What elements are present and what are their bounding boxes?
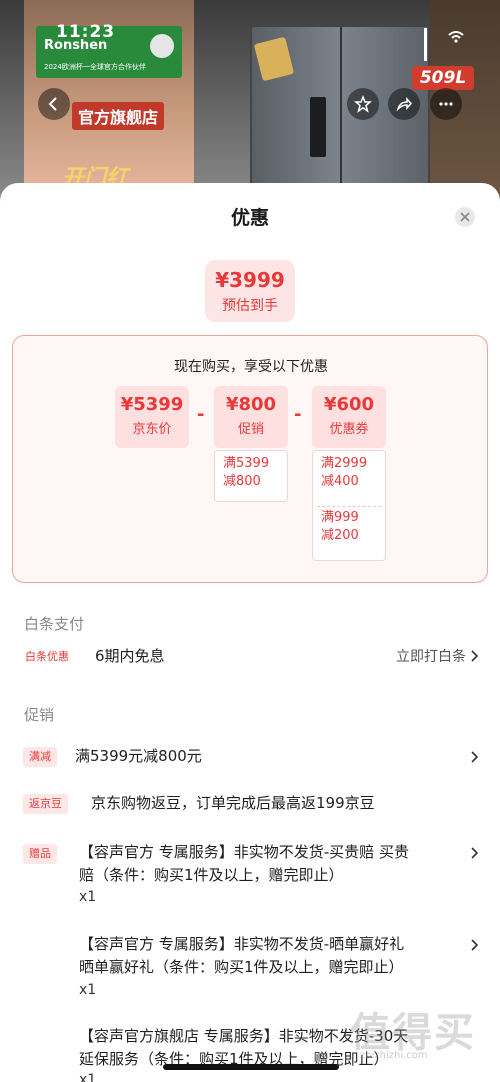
discount-sheet: 优惠 ¥3999 预估到手 现在购买，享受以下优惠 ¥5399 京东价 - ¥8…	[0, 183, 500, 1082]
baitiao-action[interactable]: 立即打白条	[396, 646, 478, 666]
more-button[interactable]	[430, 88, 462, 120]
condition-line: 减200	[321, 528, 359, 543]
chevron-right-icon	[471, 751, 478, 763]
promotion-text: 满5399元减800元	[75, 747, 202, 765]
promotion-text: 京东购物返豆，订单完成后最高返199京豆	[91, 794, 375, 812]
chevron-right-icon	[471, 650, 478, 662]
condition-line: 满5399	[223, 456, 270, 471]
jd-price-label: 京东价	[132, 422, 172, 437]
watermark-url: zhizhizhi.com	[360, 1050, 428, 1061]
promotion-tag: 返京豆	[23, 794, 68, 814]
signal-icon	[424, 28, 440, 61]
baitiao-action-label: 立即打白条	[396, 649, 466, 665]
share-icon	[396, 97, 413, 112]
gift-text-line: 赔（条件：购买1件及以上，赠完即止）	[79, 866, 344, 884]
chevron-left-icon	[48, 97, 57, 111]
baitiao-tag: 白条优惠	[25, 650, 69, 663]
estimated-price: ¥3999	[215, 268, 285, 292]
price-breakdown: 现在购买，享受以下优惠 ¥5399 京东价 - ¥800 促销 - ¥600 优…	[12, 335, 488, 583]
sheet-title: 优惠	[230, 207, 269, 229]
coupon-value: ¥600	[323, 394, 375, 415]
capacity-badge: 509L	[412, 66, 474, 90]
condition-line: 满2999	[321, 456, 368, 471]
promotion-tag: 满减	[23, 747, 57, 767]
chevron-right-icon	[471, 939, 478, 951]
divider	[317, 506, 381, 507]
status-icons	[424, 28, 464, 61]
gift-quantity: x1	[79, 889, 97, 905]
baitiao-text: 6期内免息	[95, 647, 165, 665]
estimated-price-label: 预估到手	[222, 298, 278, 314]
gift-quantity: x1	[79, 1072, 97, 1082]
brand-subtitle: 2024欧洲杯一全球官方合作伙伴	[44, 63, 146, 71]
more-icon	[439, 102, 453, 106]
baitiao-section-title: 白条支付	[24, 615, 85, 633]
fridge-control-panel	[310, 97, 326, 157]
wifi-icon	[448, 28, 464, 43]
promotion-tag: 赠品	[23, 844, 57, 864]
home-indicator[interactable]	[163, 1064, 339, 1070]
coupon-conditions: 满2999 减400 满999 减200	[312, 450, 386, 561]
minus-operator: -	[197, 404, 205, 425]
gift-text-line: 【容声官方 专属服务】非实物不发货-买贵赔 买贵	[79, 843, 409, 861]
minus-operator: -	[294, 404, 302, 425]
jd-price-chip: ¥5399 京东价	[115, 386, 189, 448]
chevron-right-icon	[471, 847, 478, 859]
estimated-price-box: ¥3999 预估到手	[205, 260, 295, 322]
promotion-section-title: 促销	[24, 706, 55, 724]
favorite-button[interactable]	[347, 88, 379, 120]
coupon-label: 优惠券	[329, 422, 369, 437]
euro-logo	[150, 34, 174, 58]
condition-line: 减400	[321, 474, 359, 489]
share-button[interactable]	[388, 88, 420, 120]
close-button[interactable]	[455, 207, 475, 227]
store-badge: 官方旗舰店	[72, 102, 165, 130]
promotion-condition: 满5399 减800	[214, 450, 288, 502]
star-icon	[354, 95, 372, 113]
promotion-value: ¥800	[225, 394, 277, 415]
jd-price-value: ¥5399	[120, 394, 184, 415]
status-time: 11:23	[56, 22, 116, 42]
product-page-backdrop: Ronshen 2024欧洲杯一全球官方合作伙伴 11:23 官方旗舰店 开门红…	[0, 0, 500, 200]
promotion-label: 促销	[237, 422, 264, 437]
promotion-chip: ¥800 促销	[214, 386, 288, 448]
coupon-chip: ¥600 优惠券	[312, 386, 386, 448]
condition-line: 减800	[223, 474, 261, 489]
back-button[interactable]	[38, 88, 70, 120]
close-icon	[460, 212, 470, 222]
breakdown-heading: 现在购买，享受以下优惠	[174, 359, 328, 375]
gift-text-line: 【容声官方 专属服务】非实物不发货-晒单赢好礼	[79, 935, 405, 953]
condition-line: 满999	[321, 510, 359, 525]
gift-text-line: 晒单赢好礼（条件：购买1件及以上，赠完即止）	[79, 958, 404, 976]
gift-quantity: x1	[79, 982, 97, 998]
